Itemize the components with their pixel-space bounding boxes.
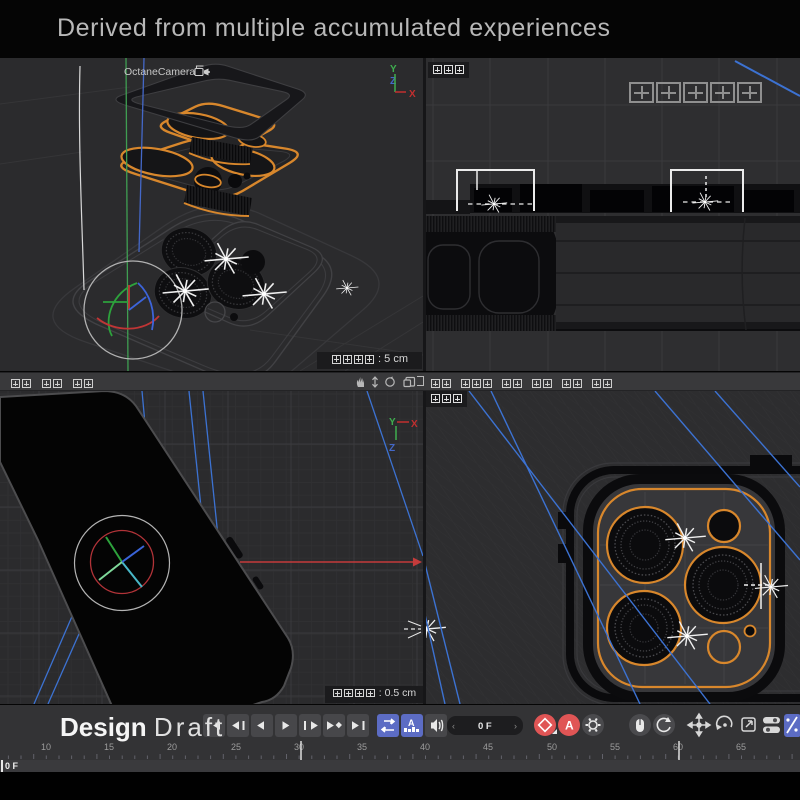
svg-text:A: A (408, 718, 415, 728)
svg-text:15: 15 (104, 742, 114, 752)
svg-text:45: 45 (483, 742, 493, 752)
svg-text:20: 20 (167, 742, 177, 752)
svg-text:›: › (514, 721, 517, 731)
svg-text:X: X (409, 89, 416, 100)
svg-text:‹: ‹ (452, 721, 455, 731)
svg-text:X: X (411, 419, 418, 430)
svg-text:40: 40 (420, 742, 430, 752)
svg-text:0 F: 0 F (478, 721, 492, 732)
svg-text:50: 50 (547, 742, 557, 752)
svg-text:35: 35 (357, 742, 367, 752)
svg-text:55: 55 (610, 742, 620, 752)
svg-text:30: 30 (294, 742, 304, 752)
svg-text:25: 25 (231, 742, 241, 752)
svg-text:65: 65 (736, 742, 746, 752)
svg-text:A: A (565, 719, 574, 733)
svg-text:60: 60 (673, 742, 683, 752)
svg-text:Y: Y (390, 64, 397, 75)
svg-text:Z: Z (389, 443, 395, 454)
svg-text:Y: Y (389, 417, 396, 428)
svg-text:10: 10 (41, 742, 51, 752)
